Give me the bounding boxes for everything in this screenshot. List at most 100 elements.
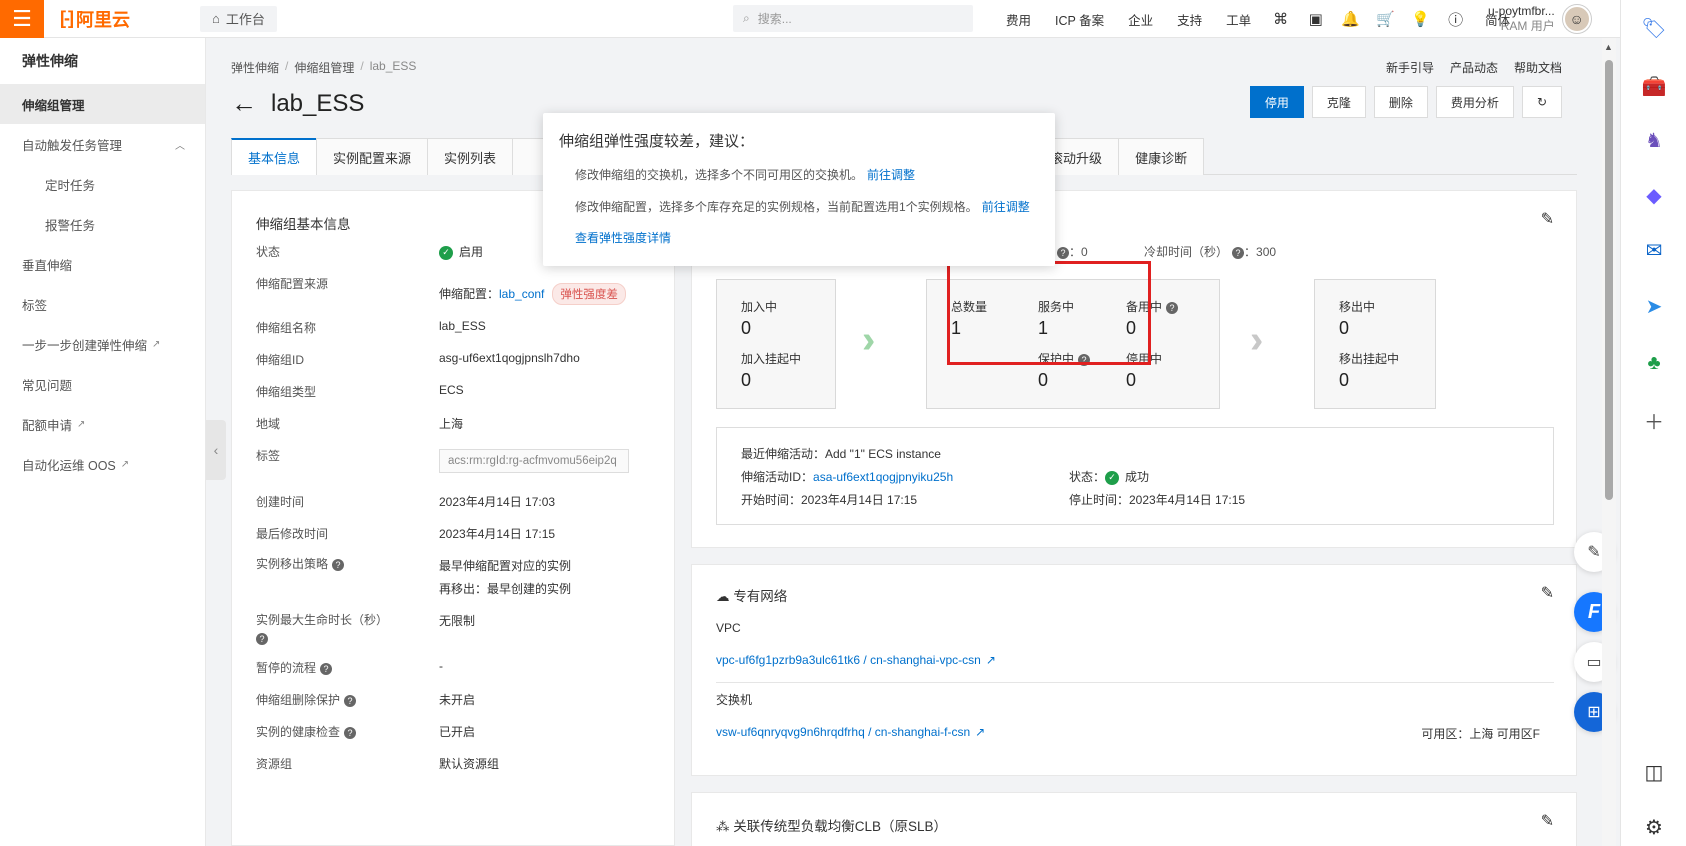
vswitch-label: 交换机 [716,693,753,707]
sidebar-item-vertical-scaling[interactable]: 垂直伸缩 [0,244,205,284]
removing-count: 0 [1339,318,1350,338]
value-max-lifetime: 无限制 [439,614,476,628]
removing-pending-label: 移出挂起中 [1339,352,1400,366]
panel-icon[interactable]: ◫ [1641,760,1667,786]
bell-icon[interactable]: 🔔 [1333,10,1368,28]
page-scrollbar[interactable]: ▲ [1602,38,1616,846]
edit-icon[interactable]: ✎ [1541,583,1554,603]
elasticity-detail-link[interactable]: 查看弹性强度详情 [575,231,671,245]
aliyun-logo[interactable]: [-] 阿里云 [60,6,190,32]
tree-icon[interactable]: ♣ [1641,350,1667,376]
tab-basic-info[interactable]: 基本信息 [231,138,318,175]
delete-button[interactable]: 删除 [1373,86,1428,118]
tab-instance-config[interactable]: 实例配置来源 [316,138,429,175]
sidebar-item-alarm-tasks[interactable]: 报警任务 [0,204,205,244]
sidebar-item-auto-tasks[interactable]: 自动触发任务管理 ︿ [0,124,205,164]
help-icon[interactable]: ? [344,694,357,707]
label-status: 状态 [256,245,281,259]
tag-icon[interactable]: 🏷 [1641,16,1667,42]
clb-card: ⁂ 关联传统型负载均衡CLB（原SLB） ✎ [691,792,1577,846]
adjust-config-link[interactable]: 前往调整 [982,200,1030,214]
vswitch-link-row: vsw-uf6qnryqvg9n6hrqdfrhq / cn-shanghai-… [716,725,985,739]
nav-enterprise[interactable]: 企业 [1116,10,1165,29]
nav-fees[interactable]: 费用 [994,10,1043,29]
docs-link[interactable]: 帮助文档 [1514,59,1562,76]
workbench-button[interactable]: ⌂ 工作台 [200,5,277,32]
popover-title: 伸缩组弹性强度较差，建议： [559,133,755,150]
user-menu[interactable]: u-poytmfbr... RAM 用户 ☺ [1488,0,1591,38]
settings-icon[interactable]: ⚙ [1641,815,1667,841]
tab-instance-list[interactable]: 实例列表 [427,138,514,175]
scrollbar-thumb[interactable] [1605,60,1613,500]
sidebar-item-scaling-groups[interactable]: 伸缩组管理 [0,84,205,124]
avatar[interactable]: ☺ [1562,5,1591,33]
clone-button[interactable]: 克隆 [1311,86,1366,118]
sidebar-item-faq[interactable]: 常见问题 [0,364,205,404]
help-icon[interactable]: ? [256,632,268,645]
sidebar-item-quota[interactable]: 配额申请 ↗ [0,404,205,444]
send-icon[interactable]: ➤ [1641,294,1667,320]
external-link-icon: ↗ [120,458,130,470]
edit-icon[interactable]: ✎ [1541,811,1554,831]
external-link-icon[interactable]: ↗ [975,725,985,739]
top-nav: 费用 ICP 备案 企业 支持 工单 ⌘ ▣ 🔔 🛒 💡 ⓘ 简体 [994,0,1522,38]
adjust-vswitch-link[interactable]: 前往调整 [867,168,915,182]
adding-pending-count: 0 [741,370,752,390]
chess-icon[interactable]: ♞ [1641,128,1667,154]
lightbulb-icon[interactable]: 💡 [1403,10,1438,28]
protected-count: 0 [1038,370,1049,390]
guide-link[interactable]: 新手引导 [1386,59,1434,76]
nav-ticket[interactable]: 工单 [1214,10,1263,29]
label-config-source: 伸缩配置来源 [256,277,329,291]
nav-support[interactable]: 支持 [1165,10,1214,29]
label-max-lifetime: 实例最大生命时长（秒）? [256,613,389,645]
vswitch-link[interactable]: vsw-uf6qnryqvg9n6hrqdfrhq / cn-shanghai-… [716,725,970,739]
external-link-icon[interactable]: ↗ [986,653,996,667]
sidebar-item-step-by-step[interactable]: 一步一步创建弹性伸缩 ↗ [0,324,205,364]
config-link[interactable]: lab_conf [499,287,544,301]
sidebar-item-scheduled-tasks[interactable]: 定时任务 [0,164,205,204]
help-icon[interactable]: ? [1057,246,1069,259]
cart-icon[interactable]: 🛒 [1368,10,1403,28]
add-icon[interactable]: ＋ [1641,410,1667,436]
sidebar-item-tags[interactable]: 标签 [0,284,205,324]
activity-id-link[interactable]: asa-uf6ext1qogjpnyiku25h [813,470,953,484]
clb-title: ⁂ 关联传统型负载均衡CLB（原SLB） [716,819,948,834]
help-icon[interactable]: ? [332,558,345,571]
nav-icp[interactable]: ICP 备案 [1043,10,1116,29]
help-icon[interactable]: ? [344,726,357,739]
code-icon[interactable]: ⌘ [1263,10,1298,28]
help-links: 新手引导 产品动态 帮助文档 [1386,59,1562,76]
recent-activity-box: 最近伸缩活动：Add "1" ECS instance 伸缩活动ID：asa-u… [716,427,1554,525]
user-name: u-poytmfbr... [1488,4,1555,18]
back-arrow-icon[interactable]: ← [231,88,257,119]
lb-icon: ⁂ [716,819,734,834]
breadcrumb-item[interactable]: 伸缩组管理 [294,59,354,76]
sidebar-item-oos[interactable]: 自动化运维 OOS ↗ [0,444,205,484]
tab-health-diagnosis[interactable]: 健康诊断 [1118,138,1205,175]
scroll-up-icon[interactable]: ▲ [1604,42,1613,52]
disable-button[interactable]: 停用 [1249,86,1304,118]
outlook-icon[interactable]: ✉ [1641,238,1667,264]
vpc-link[interactable]: vpc-uf6fg1pzrb9a3ulc61tk6 / cn-shanghai-… [716,653,981,667]
tag-chip[interactable]: acs:rm:rgId:rg-acfmvomu56eip2q [439,449,629,473]
help-icon[interactable]: ? [320,662,333,675]
cost-analysis-button[interactable]: 费用分析 [1435,86,1514,118]
breadcrumb-current: lab_ESS [369,59,417,73]
edit-icon[interactable]: ✎ [1541,209,1554,229]
breadcrumb-item[interactable]: 弹性伸缩 [231,59,279,76]
label-group-name: 伸缩组名称 [256,321,317,335]
removing-pending-count: 0 [1339,370,1350,390]
toolbox-icon[interactable]: 🧰 [1641,74,1667,100]
menu-icon[interactable]: ☰ [0,0,44,38]
help-icon[interactable]: ? [1166,301,1179,314]
terminal-icon[interactable]: ▣ [1298,10,1333,28]
elasticity-warning-badge[interactable]: 弹性强度差 [552,283,626,305]
help-icon[interactable]: ? [1232,246,1245,259]
copilot-icon[interactable]: ◆ [1641,183,1667,209]
help-icon[interactable]: ⓘ [1438,9,1473,30]
sidebar-collapse-handle[interactable]: ‹ [206,420,226,480]
refresh-icon[interactable]: ↻ [1521,86,1562,118]
news-link[interactable]: 产品动态 [1450,59,1498,76]
search-input[interactable]: ⌕ 搜索... [733,5,973,32]
